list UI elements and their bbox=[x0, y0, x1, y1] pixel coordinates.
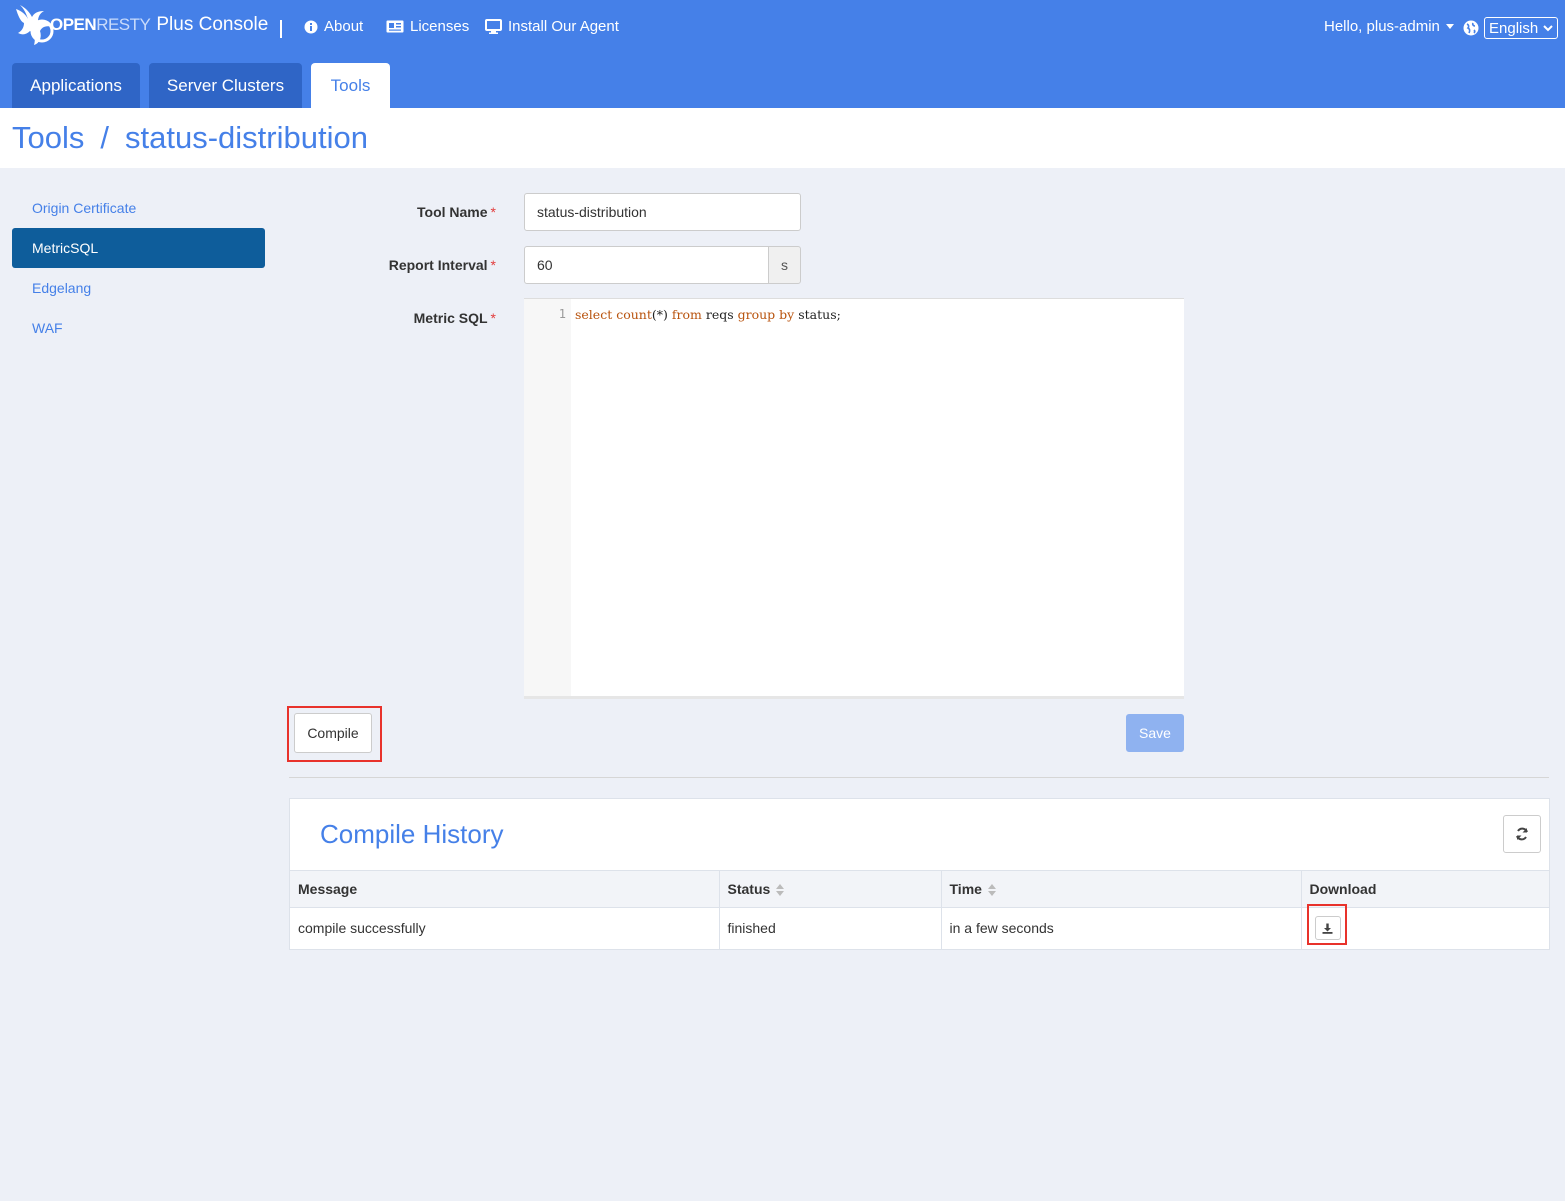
breadcrumb-root[interactable]: Tools bbox=[12, 120, 84, 156]
tab-applications[interactable]: Applications bbox=[12, 63, 140, 108]
save-button[interactable]: Save bbox=[1126, 714, 1184, 752]
nav-install-agent-label: Install Our Agent bbox=[508, 18, 619, 35]
column-message: Message bbox=[290, 870, 720, 908]
code-keyword-from: from bbox=[671, 307, 702, 322]
report-interval-value: 60 bbox=[537, 257, 553, 273]
metricsql-label: Metric SQL * bbox=[296, 310, 496, 326]
sidebar-item-edgelang[interactable]: Edgelang bbox=[12, 268, 265, 308]
tab-tools-label: Tools bbox=[330, 75, 371, 95]
sort-icon[interactable] bbox=[987, 884, 996, 897]
report-interval-label-text: Report Interval bbox=[388, 257, 488, 273]
column-time[interactable]: Time bbox=[941, 870, 1302, 908]
tool-name-value: status-distribution bbox=[537, 204, 647, 220]
brand-open-text: OPEN bbox=[50, 15, 97, 34]
language-switcher[interactable]: English bbox=[1463, 17, 1559, 39]
report-interval-label: Report Interval * bbox=[296, 257, 496, 273]
compile-history-title: Compile History bbox=[320, 819, 504, 849]
table-row: compile successfully finished in a few s… bbox=[290, 907, 1549, 949]
tool-name-input[interactable]: status-distribution bbox=[524, 193, 801, 231]
code-table: reqs bbox=[705, 307, 734, 322]
sort-icon[interactable] bbox=[776, 884, 785, 897]
refresh-button[interactable] bbox=[1503, 815, 1541, 853]
brand-logo[interactable]: OPEN RESTY Plus Console bbox=[14, 2, 268, 48]
nav-install-agent[interactable]: Install Our Agent bbox=[485, 18, 619, 35]
sidebar-item-label: WAF bbox=[32, 320, 63, 336]
breadcrumb-current: status-distribution bbox=[125, 120, 368, 155]
column-download-label: Download bbox=[1309, 881, 1377, 897]
brand-resty-text: RESTY bbox=[96, 15, 151, 34]
line-number: 1 bbox=[558, 307, 566, 321]
code-keyword-select: select bbox=[575, 307, 613, 322]
code-function-count: count bbox=[616, 307, 652, 322]
nav-about-label: About bbox=[324, 18, 364, 35]
tool-name-label-text: Tool Name bbox=[417, 204, 488, 220]
nav-about[interactable]: About bbox=[304, 18, 363, 35]
refresh-icon bbox=[1516, 827, 1528, 841]
user-greeting: Hello, plus-admin bbox=[1324, 18, 1440, 35]
sidebar-item-metricsql[interactable]: MetricSQL bbox=[12, 228, 265, 268]
report-interval-unit-text: s bbox=[781, 257, 788, 273]
nav-licenses[interactable]: Licenses bbox=[386, 18, 469, 35]
editor-code-line[interactable]: select count(*) from reqs group by statu… bbox=[575, 307, 841, 322]
breadcrumb: Tools / status-distribution bbox=[12, 120, 368, 156]
tab-server-clusters[interactable]: Server Clusters bbox=[149, 63, 302, 108]
compile-button-label: Compile bbox=[307, 725, 359, 741]
required-mark: * bbox=[490, 257, 496, 273]
sidebar-item-label: Origin Certificate bbox=[32, 200, 137, 216]
nav-separator bbox=[280, 20, 282, 38]
sidebar-item-label: Edgelang bbox=[32, 280, 92, 296]
monitor-icon bbox=[485, 19, 502, 34]
column-status-label: Status bbox=[727, 881, 771, 897]
report-interval-input[interactable]: 60 bbox=[524, 246, 769, 284]
code-paren: (*) bbox=[651, 307, 668, 322]
sidebar-item-label: MetricSQL bbox=[32, 240, 99, 256]
cell-message: compile successfully bbox=[290, 907, 720, 949]
compile-history-panel: Compile History Message Status Time Down… bbox=[289, 798, 1550, 950]
metricsql-label-text: Metric SQL bbox=[413, 310, 488, 326]
tool-name-label: Tool Name * bbox=[296, 204, 496, 220]
info-icon bbox=[304, 20, 318, 33]
nav-licenses-label: Licenses bbox=[410, 18, 470, 35]
code-keyword-group: group bbox=[737, 307, 776, 322]
required-mark: * bbox=[490, 204, 496, 220]
sidebar-item-origin-certificate[interactable]: Origin Certificate bbox=[12, 188, 265, 228]
breadcrumb-separator: / bbox=[100, 120, 109, 155]
openresty-bird-icon bbox=[16, 5, 54, 45]
user-menu[interactable]: Hello, plus-admin bbox=[1324, 18, 1454, 35]
code-keyword-by: by bbox=[779, 307, 795, 322]
column-message-label: Message bbox=[298, 881, 358, 897]
section-divider bbox=[289, 777, 1549, 778]
compile-history-table: Message Status Time Download compile suc… bbox=[290, 870, 1549, 949]
sidebar-item-waf[interactable]: WAF bbox=[12, 308, 265, 348]
save-button-label: Save bbox=[1139, 725, 1171, 741]
code-field: status; bbox=[798, 307, 841, 322]
language-select[interactable]: English bbox=[1484, 17, 1559, 39]
editor-gutter: 1 bbox=[524, 299, 571, 696]
column-time-label: Time bbox=[949, 881, 982, 897]
report-interval-unit: s bbox=[768, 246, 801, 284]
id-card-icon bbox=[386, 20, 404, 33]
globe-icon bbox=[1463, 20, 1479, 36]
column-status[interactable]: Status bbox=[719, 870, 942, 908]
tab-server-clusters-label: Server Clusters bbox=[166, 75, 285, 95]
chevron-down-icon bbox=[1543, 24, 1553, 31]
language-value: English bbox=[1489, 19, 1539, 37]
required-mark: * bbox=[490, 310, 496, 326]
metricsql-editor[interactable]: 1 select count(*) from reqs group by sta… bbox=[524, 298, 1184, 699]
table-header-row: Message Status Time Download bbox=[290, 870, 1549, 908]
tab-applications-label: Applications bbox=[30, 75, 122, 95]
tab-tools[interactable]: Tools bbox=[311, 63, 390, 108]
cell-time: in a few seconds bbox=[941, 907, 1302, 949]
download-highlight-box bbox=[1307, 904, 1347, 945]
compile-button[interactable]: Compile bbox=[294, 713, 372, 753]
cell-status: finished bbox=[719, 907, 942, 949]
column-download: Download bbox=[1301, 870, 1549, 908]
brand-console-text: Plus Console bbox=[156, 14, 269, 35]
chevron-down-icon bbox=[1445, 24, 1454, 29]
